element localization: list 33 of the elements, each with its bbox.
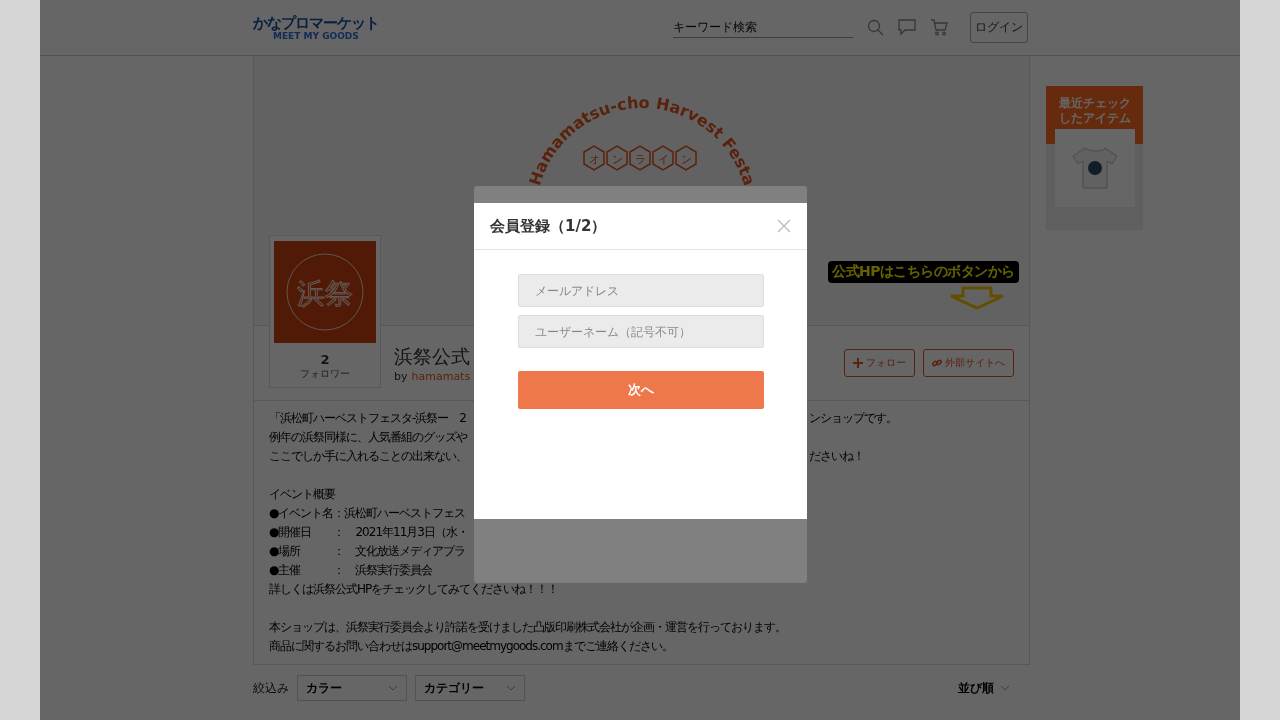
shop-name: 浜祭公式	[394, 343, 471, 369]
shop-avatar-drawing: 浜祭	[274, 241, 376, 343]
description-text: 例年の浜祭同様に、人気番組のグッズや	[269, 429, 469, 446]
input-field[interactable]: メールアドレス	[518, 274, 764, 307]
by-label: by	[394, 369, 408, 383]
login-button[interactable]: ログイン	[970, 12, 1028, 43]
input-field[interactable]: ユーザーネーム（記号不可）	[518, 315, 764, 348]
external-site-button[interactable]: 外部サイトへ	[923, 349, 1014, 377]
description-text: ●イベント名：浜松町ハーベストフェス	[269, 505, 467, 522]
description-text: 商品に関するお問い合わせはsupport@meetmygoods.comまでご連絡ください。	[269, 638, 674, 655]
description-text: ●開催日 ： 2021年11月3日（水・	[269, 524, 469, 541]
follower-count: 2	[320, 352, 330, 367]
description-text: ●主催 ： 浜祭実行委員会	[269, 562, 434, 579]
filter-label: 絞込み	[253, 679, 289, 697]
description-text: ンショップです。	[809, 410, 898, 427]
logo-subtitle: MEET MY GOODS	[272, 30, 359, 41]
callout-text: 公式HPはこちらのボタンから	[828, 261, 1019, 283]
filter-dropdown[interactable]: カラー	[297, 675, 407, 701]
owner-link[interactable]: hamamats	[411, 369, 471, 383]
site-logo[interactable]: かなプロマーケット	[253, 14, 379, 31]
filter-dropdown[interactable]: カテゴリー	[415, 675, 525, 701]
description-text: ださいね！	[809, 448, 865, 465]
description-text: ここでしか手に入れることの出来ない、	[269, 448, 468, 465]
search-field[interactable]: キーワード検索	[673, 17, 853, 38]
next-button[interactable]: 次へ	[518, 371, 764, 409]
description-text: 本ショップは、浜祭実行委員会より許諾を受けました凸版印刷株式会社が企画・運営を行っております。	[269, 619, 787, 636]
description-text: 「浜松町ハーベストフェスタ-浜祭ー 2	[269, 410, 467, 427]
description-text: ●場所 ： 文化放送メディアプラ	[269, 543, 467, 560]
follow-button[interactable]: フォロー	[844, 349, 915, 377]
sort-dropdown[interactable]: 並び順	[952, 678, 1016, 698]
description-text: イベント概要	[269, 486, 337, 503]
dialog-title: 会員登録（1/2）	[490, 216, 607, 236]
description-text: 詳しくは浜祭公式HPをチェックしてみてくださいね！！！	[269, 581, 560, 598]
